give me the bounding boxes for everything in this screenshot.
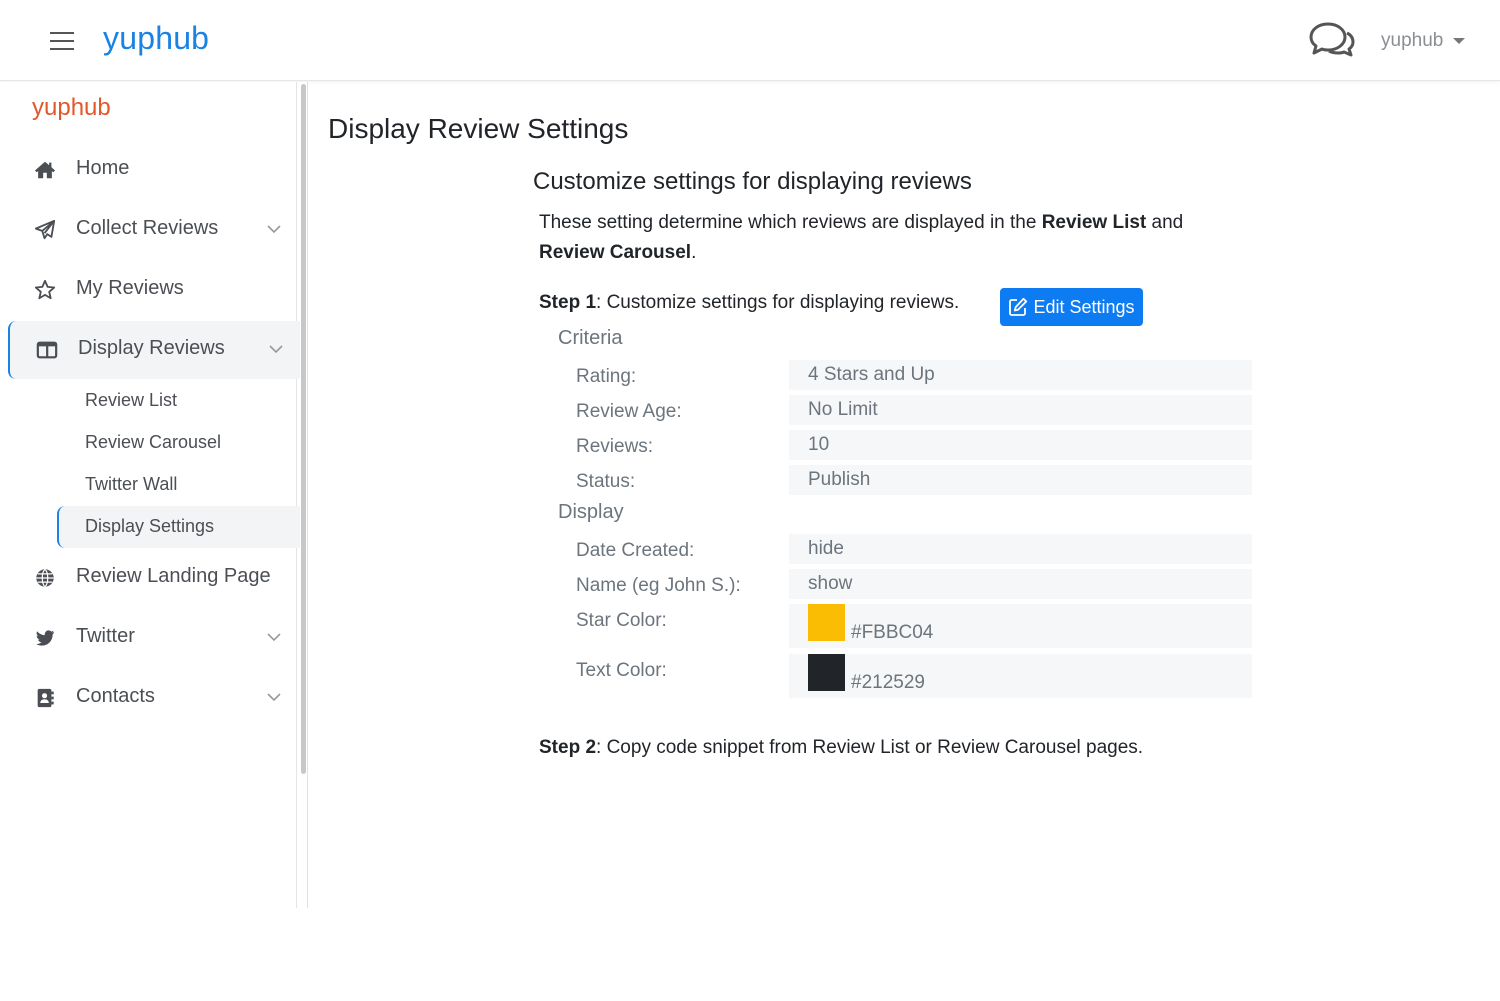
text-color-value: #212529 xyxy=(851,672,925,693)
criteria-value-box: 4 Stars and Up xyxy=(789,360,1252,390)
criteria-label: Review Age: xyxy=(576,401,682,422)
globe-icon xyxy=(36,568,54,588)
hamburger-menu-icon[interactable] xyxy=(50,31,74,51)
chevron-down-icon xyxy=(267,633,281,642)
address-book-icon xyxy=(37,688,54,708)
star-color-value-box: #FBBC04 xyxy=(789,604,1252,648)
sidebar-subitem-display-settings[interactable]: Display Settings xyxy=(57,506,303,548)
sidebar-item-label: Display Reviews xyxy=(78,337,225,359)
criteria-value-box: 10 xyxy=(789,430,1252,460)
sidebar-item-twitter[interactable]: Twitter xyxy=(8,609,302,667)
top-navbar: yuphub yuphub xyxy=(0,0,1500,81)
sidebar-item-review-landing-page[interactable]: Review Landing Page xyxy=(8,549,302,607)
star-color-swatch xyxy=(808,604,845,641)
sidebar-subitem-review-list[interactable]: Review List xyxy=(57,380,303,422)
intro-suffix: . xyxy=(691,242,697,263)
sidebar-brand[interactable]: yuphub xyxy=(32,94,111,122)
criteria-label: Status: xyxy=(576,471,636,492)
display-label: Name (eg John S.): xyxy=(576,575,741,596)
intro-text: These setting determine which reviews ar… xyxy=(539,208,1259,268)
sidebar-subitem-label: Display Settings xyxy=(85,516,215,536)
sidebar-subitem-twitter-wall[interactable]: Twitter Wall xyxy=(57,464,303,506)
navbar-brand[interactable]: yuphub xyxy=(103,20,209,57)
sidebar-subitem-label: Twitter Wall xyxy=(85,474,178,494)
sidebar-scrollbar[interactable] xyxy=(300,82,308,908)
criteria-value-box: No Limit xyxy=(789,395,1252,425)
user-dropdown[interactable]: yuphub xyxy=(1381,30,1466,52)
section-title: Customize settings for displaying review… xyxy=(533,168,972,195)
sidebar-subitem-review-carousel[interactable]: Review Carousel xyxy=(57,422,303,464)
sidebar-item-collect-reviews[interactable]: Collect Reviews xyxy=(8,201,302,259)
display-value: show xyxy=(808,573,853,594)
step-2-label: Step 2 xyxy=(539,737,597,758)
text-color-swatch xyxy=(808,654,845,691)
chat-icon[interactable] xyxy=(1308,20,1356,60)
display-label: Date Created: xyxy=(576,540,695,561)
display-value-box: hide xyxy=(789,534,1252,564)
sidebar-subitem-label: Review Carousel xyxy=(85,432,222,452)
intro-review-carousel: Review Carousel xyxy=(539,242,692,263)
intro-mid: and xyxy=(1146,212,1184,233)
intro-prefix: These setting determine which reviews ar… xyxy=(539,212,1042,233)
step-1-label: Step 1 xyxy=(539,292,597,313)
sidebar-item-label: Collect Reviews xyxy=(76,217,219,239)
criteria-label: Rating: xyxy=(576,366,637,387)
sidebar-item-home[interactable]: Home xyxy=(8,141,302,199)
display-value-box: show xyxy=(789,569,1252,599)
chevron-down-icon xyxy=(269,345,283,354)
criteria-value-box: Publish xyxy=(789,465,1252,495)
sidebar-item-display-reviews[interactable]: Display Reviews xyxy=(8,321,302,379)
columns-icon xyxy=(36,341,58,359)
sidebar-subitem-label: Review List xyxy=(85,390,178,410)
display-value: hide xyxy=(808,538,844,559)
sidebar-item-my-reviews[interactable]: My Reviews xyxy=(8,261,302,319)
sidebar-item-label: My Reviews xyxy=(76,277,184,299)
home-icon xyxy=(34,161,56,179)
edit-settings-label: Edit Settings xyxy=(1033,296,1135,317)
page-title: Display Review Settings xyxy=(328,113,629,144)
criteria-heading: Criteria xyxy=(558,327,623,349)
twitter-icon xyxy=(36,630,55,646)
sidebar-item-label: Home xyxy=(76,157,130,179)
edit-settings-button[interactable]: Edit Settings xyxy=(1000,288,1143,326)
sidebar-item-label: Contacts xyxy=(76,685,155,707)
sidebar-item-label: Review Landing Page xyxy=(76,565,271,587)
step-1: Step 1: Customize settings for displayin… xyxy=(539,292,959,314)
criteria-value: 10 xyxy=(808,434,830,455)
text-color-value-box: #212529 xyxy=(789,654,1252,698)
star-color-value: #FBBC04 xyxy=(851,622,934,643)
display-heading: Display xyxy=(558,501,624,523)
chevron-down-icon xyxy=(267,225,281,234)
user-name: yuphub xyxy=(1381,30,1444,51)
paper-plane-icon xyxy=(34,219,56,240)
intro-review-list: Review List xyxy=(1041,212,1147,233)
edit-icon xyxy=(1009,297,1028,316)
chevron-down-icon xyxy=(267,693,281,702)
star-color-label: Star Color: xyxy=(576,610,667,631)
sidebar-item-contacts[interactable]: Contacts xyxy=(8,669,302,727)
criteria-value: Publish xyxy=(808,469,871,490)
caret-down-icon xyxy=(1453,38,1466,44)
criteria-value: 4 Stars and Up xyxy=(808,364,935,385)
criteria-label: Reviews: xyxy=(576,436,654,457)
scrollbar-thumb[interactable] xyxy=(301,84,306,774)
step-2-text: : Copy code snippet from Review List or … xyxy=(596,737,1144,758)
step-2: Step 2: Copy code snippet from Review Li… xyxy=(539,737,1143,759)
criteria-value: No Limit xyxy=(808,399,878,420)
star-icon xyxy=(34,279,56,300)
sidebar-item-label: Twitter xyxy=(76,625,135,647)
sidebar: yuphub Home Collect Reviews My Reviews D… xyxy=(0,82,303,908)
step-1-text: : Customize settings for displaying revi… xyxy=(596,292,960,313)
text-color-label: Text Color: xyxy=(576,660,667,681)
